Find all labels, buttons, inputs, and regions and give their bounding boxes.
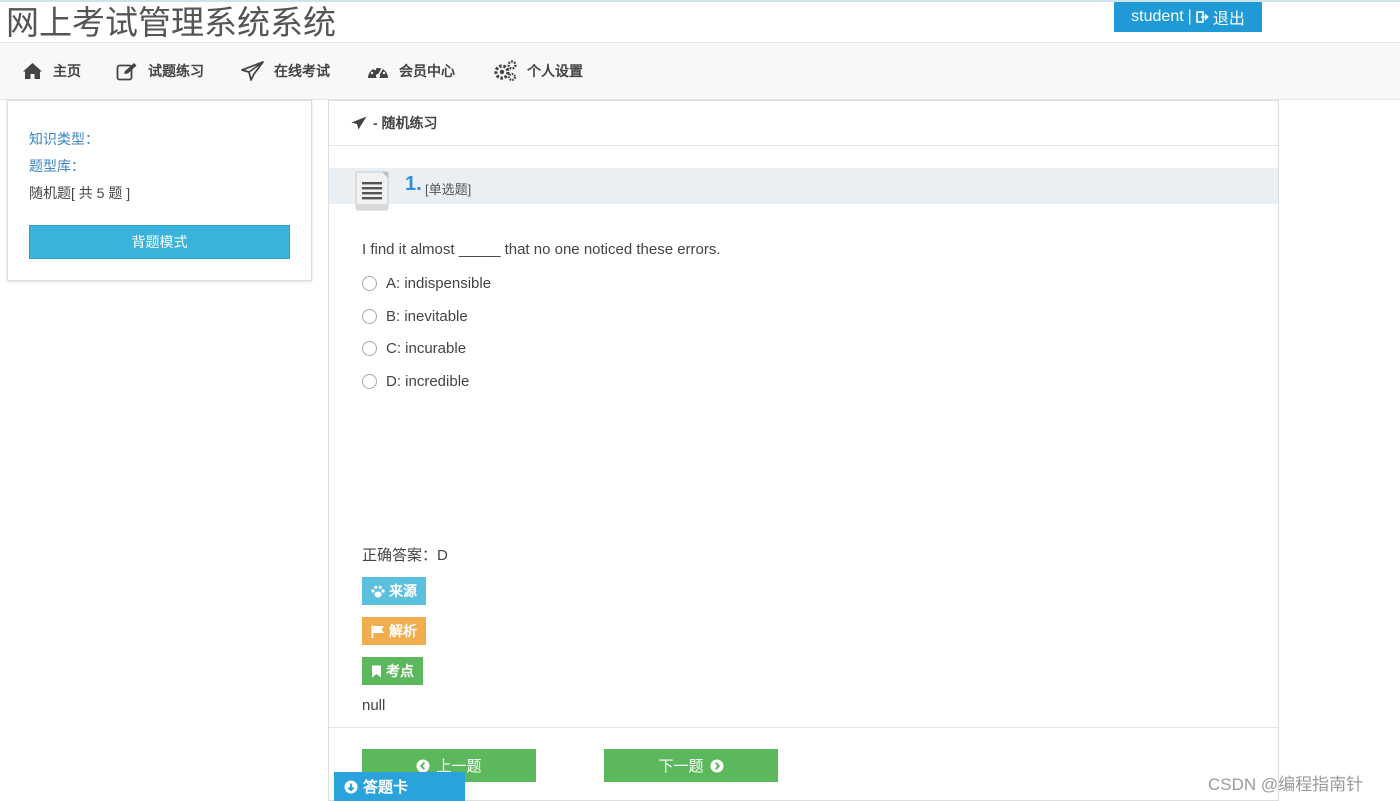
question-header: 1. [单选题] xyxy=(329,168,1278,211)
option-a-label: A: indispensible xyxy=(386,275,492,292)
chevron-circle-right-icon xyxy=(710,759,723,772)
question-text: I find it almost _____ that no one notic… xyxy=(362,241,721,258)
option-a-radio[interactable] xyxy=(362,276,377,291)
practice-sidebar: 知识类型： 题型库： 随机题[ 共 5 题 ] 背题模式 xyxy=(7,100,312,281)
watermark: CSDN @编程指南针 xyxy=(1208,775,1364,794)
logout-label: 退出 xyxy=(1212,11,1245,28)
option-b[interactable]: B: inevitable xyxy=(362,308,468,325)
nav-label-practice: 试题练习 xyxy=(148,63,204,79)
nav-item-online-exam[interactable]: 在线考试 xyxy=(241,59,330,83)
analysis-tag-label: 解析 xyxy=(389,623,417,639)
nav-label-home: 主页 xyxy=(53,63,81,79)
flag-icon xyxy=(371,625,384,638)
edit-icon xyxy=(116,62,137,80)
arrow-circle-down-icon xyxy=(344,780,358,793)
analysis-tag[interactable]: 解析 xyxy=(362,617,426,645)
nav-item-home[interactable]: 主页 xyxy=(22,59,81,83)
recite-mode-button[interactable]: 背题模式 xyxy=(29,225,290,259)
correct-answer: 正确答案：D xyxy=(362,547,448,564)
next-question-button[interactable]: 下一题 xyxy=(604,749,778,782)
sign-out-icon xyxy=(1196,11,1209,23)
option-d[interactable]: D: incredible xyxy=(362,373,469,390)
nav-label-settings: 个人设置 xyxy=(527,63,583,79)
top-header: 网上考试管理系统系统 student | 退出 xyxy=(0,0,1400,43)
document-icon xyxy=(355,171,389,211)
answer-card-button[interactable]: 答题卡 xyxy=(334,772,465,801)
logout-button[interactable]: 退出 xyxy=(1196,5,1245,29)
paper-plane-icon xyxy=(351,116,367,130)
main-nav: 主页 试题练习 在线考试 会员中心 个人设置 xyxy=(0,43,1400,100)
option-b-radio[interactable] xyxy=(362,309,377,324)
option-c[interactable]: C: incurable xyxy=(362,340,466,357)
chevron-circle-left-icon xyxy=(416,759,430,772)
question-panel: - 随机练习 1. [单选题] I find it almost _____ t… xyxy=(328,100,1279,801)
source-tag-label: 来源 xyxy=(389,583,417,599)
option-d-label: D: incredible xyxy=(386,373,470,390)
nav-label-online-exam: 在线考试 xyxy=(274,63,330,79)
nav-label-member-center: 会员中心 xyxy=(399,63,455,79)
option-c-label: C: incurable xyxy=(386,340,467,357)
question-type: [单选题] xyxy=(425,182,472,197)
option-d-radio[interactable] xyxy=(362,374,377,389)
question-bank-link[interactable]: 题型库： xyxy=(29,156,85,176)
bookmark-icon xyxy=(372,665,381,677)
nav-item-settings[interactable]: 个人设置 xyxy=(493,59,583,83)
option-b-label: B: inevitable xyxy=(386,308,468,325)
key-point-value: null xyxy=(362,697,386,714)
source-tag[interactable]: 来源 xyxy=(362,577,426,605)
random-question-count: 随机题[ 共 5 题 ] xyxy=(29,185,131,201)
knowledge-type-link[interactable]: 知识类型： xyxy=(29,129,99,149)
paper-plane-icon xyxy=(241,61,264,81)
footer-divider xyxy=(329,727,1278,728)
panel-header: - 随机练习 xyxy=(329,101,1278,146)
panel-title: - 随机练习 xyxy=(373,115,438,131)
user-box: student | 退出 xyxy=(1114,2,1262,32)
site-title: 网上考试管理系统系统 xyxy=(6,3,336,42)
paw-icon xyxy=(371,585,385,597)
key-point-tag[interactable]: 考点 xyxy=(362,657,423,685)
user-separator: | xyxy=(1187,8,1192,25)
nav-item-practice[interactable]: 试题练习 xyxy=(116,59,204,83)
home-icon xyxy=(23,63,42,79)
question-number: 1. xyxy=(405,173,422,195)
next-question-label: 下一题 xyxy=(658,758,704,775)
nav-item-member-center[interactable]: 会员中心 xyxy=(367,59,455,83)
dashboard-icon xyxy=(368,67,388,78)
gears-icon xyxy=(494,60,517,82)
option-a[interactable]: A: indispensible xyxy=(362,275,491,292)
username[interactable]: student xyxy=(1131,8,1183,26)
answer-card-label: 答题卡 xyxy=(363,779,409,796)
option-c-radio[interactable] xyxy=(362,341,377,356)
key-point-tag-label: 考点 xyxy=(386,663,414,679)
